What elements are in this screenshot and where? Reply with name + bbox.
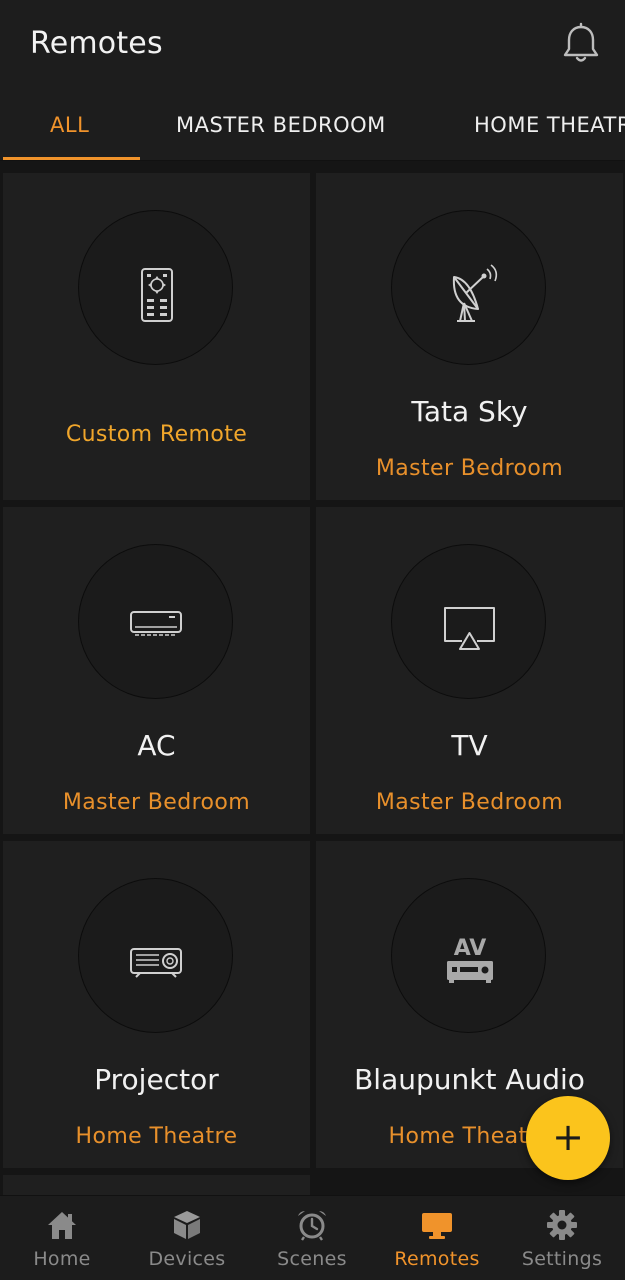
air-conditioner-icon (130, 611, 182, 636)
bell-icon[interactable] (560, 22, 602, 66)
page-title: Remotes (30, 26, 163, 61)
monitor-icon (422, 1213, 452, 1239)
nav-label: Home (33, 1248, 91, 1270)
remote-card-partial[interactable] (3, 1175, 310, 1195)
remote-room: Master Bedroom (375, 790, 564, 815)
active-tab-indicator (3, 157, 140, 160)
remote-name: Projector (94, 1063, 219, 1096)
remote-card-ac[interactable]: AC Master Bedroom (3, 507, 310, 834)
remote-room: Master Bedroom (62, 790, 251, 815)
cube-icon (174, 1211, 200, 1239)
remote-icon-circle: AV (391, 878, 546, 1033)
remote-icon-circle (78, 544, 233, 699)
remote-name: Blaupunkt Audio (354, 1063, 585, 1096)
remote-label: Custom Remote (65, 422, 248, 447)
remote-icon-circle (391, 544, 546, 699)
add-remote-button[interactable]: + (526, 1096, 610, 1180)
alarm-clock-icon (298, 1211, 326, 1241)
gear-icon (547, 1210, 577, 1240)
home-icon (48, 1212, 76, 1239)
remote-card-custom[interactable]: Custom Remote (3, 173, 310, 500)
tab-home-theatre[interactable]: HOME THEATRE (474, 90, 625, 160)
remote-card-tv[interactable]: TV Master Bedroom (316, 507, 623, 834)
remote-name: TV (451, 729, 488, 762)
room-tabs: ALL MASTER BEDROOM HOME THEATRE (0, 90, 625, 161)
remote-icon-circle (391, 210, 546, 365)
nav-remotes[interactable]: Remotes (387, 1196, 487, 1280)
nav-settings[interactable]: Settings (512, 1196, 612, 1280)
nav-label: Settings (521, 1248, 603, 1270)
tab-all[interactable]: ALL (50, 90, 89, 160)
tv-airplay-icon (444, 607, 495, 650)
remote-name: AC (137, 729, 176, 762)
av-icon-text: AV (454, 936, 487, 961)
remote-room: Home Theatre (75, 1124, 238, 1149)
nav-label: Remotes (394, 1248, 480, 1270)
bottom-navigation: Home Devices Scenes Remotes Settings (0, 1195, 625, 1280)
remote-card-projector[interactable]: Projector Home Theatre (3, 841, 310, 1168)
nav-label: Scenes (277, 1248, 347, 1270)
remote-name: Tata Sky (411, 395, 528, 428)
remote-control-icon (141, 268, 173, 322)
remotes-grid: Custom Remote Tata Sky Master Bedroom AC… (0, 170, 625, 1195)
nav-home[interactable]: Home (12, 1196, 112, 1280)
remote-room: Master Bedroom (375, 456, 564, 481)
nav-label: Devices (148, 1248, 226, 1270)
av-receiver-icon: AV (447, 936, 493, 983)
projector-icon (130, 948, 182, 978)
remote-card-tata-sky[interactable]: Tata Sky Master Bedroom (316, 173, 623, 500)
plus-icon: + (552, 1115, 584, 1159)
remote-icon-circle (78, 878, 233, 1033)
nav-scenes[interactable]: Scenes (262, 1196, 362, 1280)
app-header: Remotes (0, 0, 625, 90)
nav-devices[interactable]: Devices (137, 1196, 237, 1280)
tab-master-bedroom[interactable]: MASTER BEDROOM (176, 90, 386, 160)
remote-icon-circle (78, 210, 233, 365)
satellite-dish-icon (452, 264, 498, 322)
remotes-screen: Remotes ALL MASTER BEDROOM HOME THEATRE (0, 0, 625, 1280)
